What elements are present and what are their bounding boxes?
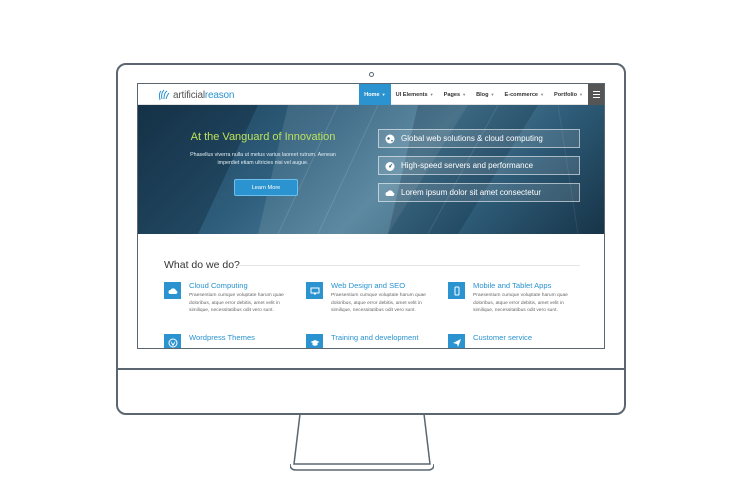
feature-label: Lorem ipsum dolor sit amet consectetur	[401, 188, 542, 197]
feature-label: High-speed servers and performance	[401, 161, 534, 170]
site-header: artificialreason Home ▼ UI Elements ▼ Page…	[138, 84, 604, 105]
graduation-cap-icon	[306, 334, 323, 348]
service-text: Praesentium cumque voluptate harum quae …	[189, 293, 284, 313]
chevron-down-icon: ▼	[429, 92, 434, 97]
chevron-down-icon: ▼	[462, 92, 467, 97]
tablet-icon	[448, 282, 465, 299]
service-text: Praesentium cumque voluptate harum quae …	[331, 293, 426, 313]
logo-hand-icon	[158, 89, 170, 101]
feature-label: Global web solutions & cloud computing	[401, 134, 543, 143]
service-title[interactable]: Customer service	[473, 333, 532, 342]
main-nav: Home ▼ UI Elements ▼ Pages ▼ Blog ▼ E-commer…	[359, 84, 604, 105]
cloud-icon	[385, 189, 395, 196]
chevron-down-icon: ▼	[381, 92, 386, 97]
section-heading: What do we do?	[164, 259, 240, 271]
feature-box-global[interactable]: Global web solutions & cloud computing	[378, 129, 580, 148]
logo-text: artificialreason	[173, 89, 235, 101]
feature-box-servers[interactable]: High-speed servers and performance	[378, 156, 580, 175]
service-title[interactable]: Mobile and Tablet Apps	[473, 281, 551, 290]
camera-dot	[369, 72, 374, 77]
chevron-down-icon: ▼	[540, 92, 545, 97]
nav-item-portfolio[interactable]: Portfolio ▼	[549, 84, 588, 105]
service-customer-service: Customer service	[448, 333, 580, 348]
site-logo[interactable]: artificialreason	[157, 87, 234, 103]
monitor-stand	[290, 414, 434, 471]
service-training: Training and development	[306, 333, 438, 348]
service-cloud-computing: Cloud Computing Praesentium cumque volup…	[164, 281, 296, 321]
wordpress-icon	[164, 334, 181, 348]
service-web-design: Web Design and SEO Praesentium cumque vo…	[306, 281, 438, 321]
service-title[interactable]: Web Design and SEO	[331, 281, 405, 290]
nav-item-home[interactable]: Home ▼	[359, 84, 391, 105]
chevron-down-icon: ▼	[579, 92, 583, 97]
paper-plane-icon	[448, 334, 465, 348]
cloud-icon	[164, 282, 181, 299]
learn-more-button[interactable]: Learn More	[234, 179, 298, 196]
dashboard-icon	[385, 161, 395, 171]
globe-icon	[385, 134, 395, 143]
service-wordpress-themes: Wordpress Themes	[164, 333, 296, 348]
screen: artificialreason Home ▼ UI Elements ▼ Page…	[137, 83, 605, 349]
hero-text: Phasellus viverra nulla ut metus varius …	[190, 152, 336, 166]
nav-item-blog[interactable]: Blog ▼	[471, 84, 499, 105]
nav-item-ui-elements[interactable]: UI Elements ▼	[391, 84, 439, 105]
monitor-chin-divider	[118, 368, 624, 370]
service-text: Praesentium cumque voluptate harum quae …	[473, 293, 568, 313]
service-title[interactable]: Wordpress Themes	[189, 333, 255, 342]
hero-banner: At the Vanguard of Innovation Phasellus …	[138, 105, 604, 234]
hamburger-icon[interactable]	[588, 84, 604, 105]
nav-item-ecommerce[interactable]: E-commerce ▼	[499, 84, 549, 105]
nav-item-pages[interactable]: Pages ▼	[439, 84, 471, 105]
monitor-icon	[306, 282, 323, 299]
service-title[interactable]: Cloud Computing	[189, 281, 248, 290]
feature-box-lorem[interactable]: Lorem ipsum dolor sit amet consectetur	[378, 183, 580, 202]
hero-title: At the Vanguard of Innovation	[190, 131, 336, 143]
section-divider	[238, 265, 580, 266]
service-mobile-apps: Mobile and Tablet Apps Praesentium cumqu…	[448, 281, 580, 321]
service-title[interactable]: Training and development	[331, 333, 419, 342]
chevron-down-icon: ▼	[490, 92, 495, 97]
